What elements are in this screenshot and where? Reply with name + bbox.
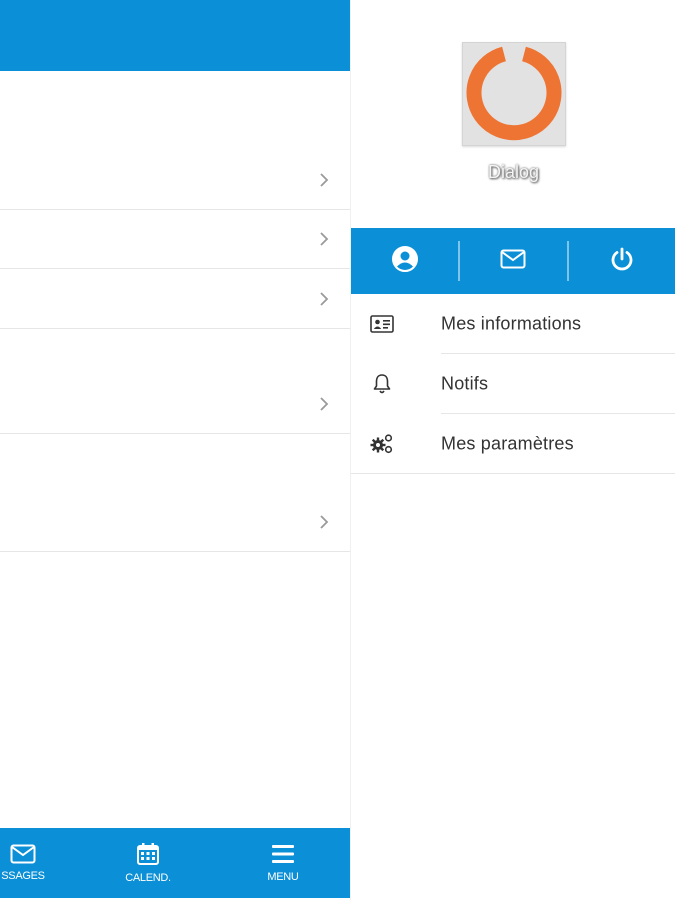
menu-item-label: Mes paramètres <box>441 433 574 454</box>
gears-icon <box>369 433 395 455</box>
calendar-icon <box>136 842 160 866</box>
list-item[interactable] <box>0 493 350 552</box>
list-item[interactable] <box>0 151 350 210</box>
logout-button[interactable] <box>572 228 672 294</box>
envelope-icon <box>10 844 36 864</box>
action-separator <box>567 241 569 281</box>
divider <box>351 473 675 474</box>
action-separator <box>458 241 460 281</box>
menu-item-label: Mes informations <box>441 313 582 334</box>
list-item[interactable] <box>0 375 350 434</box>
side-drawer: Dialog Mes informations Notifs Mes param… <box>350 0 675 900</box>
envelope-icon <box>500 249 526 274</box>
nav-menu-label: MENU <box>267 871 299 883</box>
nav-menu[interactable]: MENU <box>238 828 328 898</box>
dialog-logo-icon <box>462 42 566 146</box>
user-circle-icon <box>391 245 419 278</box>
chevron-right-icon <box>318 514 330 530</box>
menu-item-notifs[interactable]: Notifs <box>351 354 675 414</box>
bottom-nav: SSAGES CALEND. MENU <box>0 828 350 898</box>
nav-calendar[interactable]: CALEND. <box>103 828 193 898</box>
menu-icon <box>271 843 295 865</box>
app-screen: SSAGES CALEND. MENU Dialog Mes informati… <box>0 0 675 900</box>
id-card-icon <box>369 313 395 335</box>
menu-item-label: Notifs <box>441 373 489 394</box>
messages-button[interactable] <box>463 228 563 294</box>
main-content: SSAGES CALEND. MENU <box>0 0 350 900</box>
bell-icon <box>369 373 395 395</box>
main-header-bar <box>0 0 350 71</box>
menu-item-mes-informations[interactable]: Mes informations <box>351 294 675 354</box>
drawer-action-bar <box>351 228 675 294</box>
list-item[interactable] <box>0 210 350 269</box>
nav-messages-label: SSAGES <box>1 870 45 882</box>
chevron-right-icon <box>318 172 330 188</box>
list-item[interactable] <box>0 270 350 329</box>
chevron-right-icon <box>318 396 330 412</box>
org-name: Dialog <box>487 162 540 182</box>
profile-button[interactable] <box>355 228 455 294</box>
power-icon <box>610 247 634 276</box>
chevron-right-icon <box>318 291 330 307</box>
nav-messages[interactable]: SSAGES <box>0 828 68 898</box>
divider <box>0 433 350 434</box>
nav-calendar-label: CALEND. <box>125 872 171 884</box>
menu-item-mes-parametres[interactable]: Mes paramètres <box>351 414 675 474</box>
chevron-right-icon <box>318 231 330 247</box>
